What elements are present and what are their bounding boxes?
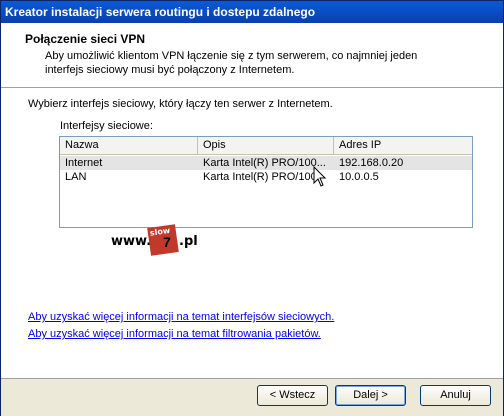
interfaces-listview[interactable]: Nazwa Opis Adres IP Internet Karta Intel… <box>59 136 473 228</box>
title-bar[interactable]: Kreator instalacji serwera routingu i do… <box>1 1 503 23</box>
column-header-ip[interactable]: Adres IP <box>334 137 472 154</box>
table-row[interactable]: LAN Karta Intel(R) PRO/100 10.0.0.5 <box>60 170 472 184</box>
wizard-body: Wybierz interfejs sieciowy, który łączy … <box>1 88 503 378</box>
column-header-description[interactable]: Opis <box>198 137 334 154</box>
row-name: LAN <box>65 171 87 183</box>
watermark-logo: www. slow 7 .pl <box>111 224 231 258</box>
row-ip: 192.168.0.20 <box>339 157 404 169</box>
wizard-header: Połączenie sieci VPN Aby umożliwić klien… <box>1 23 503 88</box>
row-ip: 10.0.0.5 <box>339 171 379 183</box>
wizard-window: Kreator instalacji serwera routingu i do… <box>0 0 504 416</box>
page-title: Połączenie sieci VPN <box>25 32 146 46</box>
table-row[interactable]: Internet Karta Intel(R) PRO/100... 192.1… <box>60 156 472 170</box>
wizard-footer: < Wstecz Dalej > Anuluj <box>1 378 503 416</box>
cancel-button[interactable]: Anuluj <box>420 385 491 406</box>
watermark-digit: 7 <box>163 234 171 250</box>
mouse-pointer-icon <box>313 166 327 187</box>
filtering-info-link[interactable]: Aby uzyskać więcej informacji na temat f… <box>28 328 321 340</box>
listview-header: Nazwa Opis Adres IP <box>60 137 472 155</box>
interfaces-info-link[interactable]: Aby uzyskać więcej informacji na temat i… <box>28 311 334 323</box>
column-header-name[interactable]: Nazwa <box>60 137 198 154</box>
row-name: Internet <box>65 157 103 169</box>
watermark-suffix: .pl <box>179 234 198 249</box>
window-title: Kreator instalacji serwera routingu i do… <box>5 5 316 19</box>
watermark-prefix: www. <box>111 234 152 249</box>
interface-prompt: Wybierz interfejs sieciowy, który łączy … <box>28 98 333 110</box>
page-description: Aby umożliwić klientom VPN łączenie się … <box>45 50 418 76</box>
back-button[interactable]: < Wstecz <box>257 385 328 406</box>
next-button[interactable]: Dalej > <box>335 385 406 406</box>
interfaces-list-label: Interfejsy sieciowe: <box>60 120 153 132</box>
